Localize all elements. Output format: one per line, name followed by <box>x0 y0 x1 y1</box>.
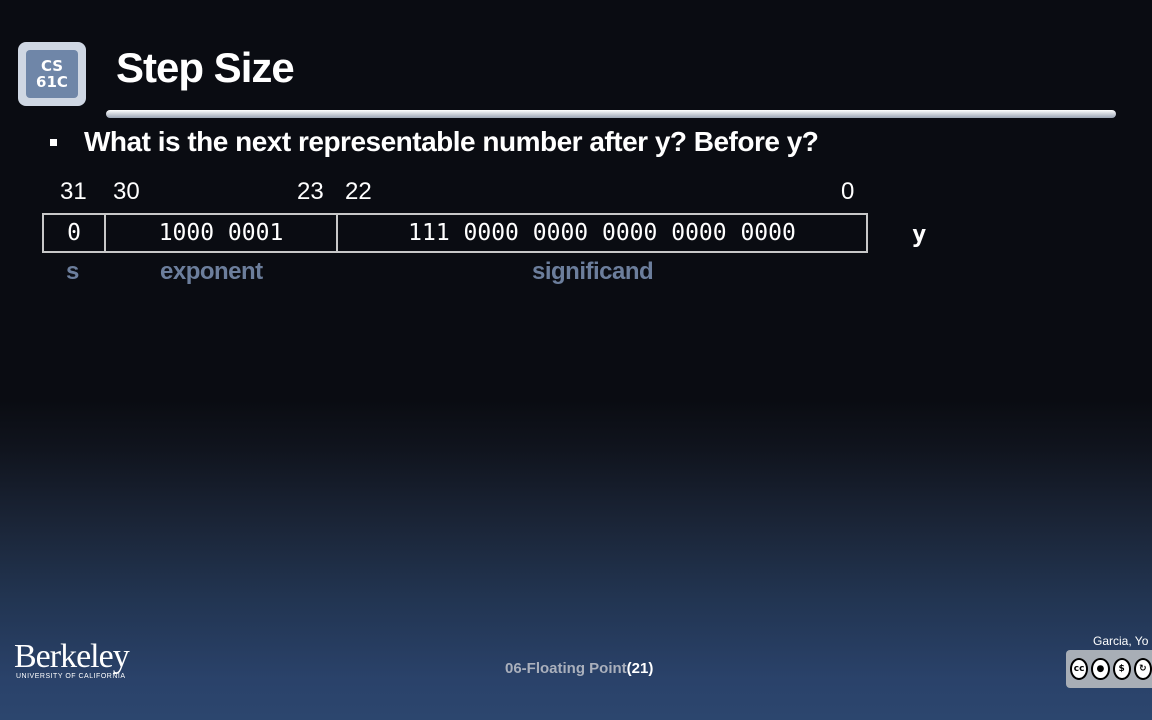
logo-line-2: 61C <box>36 73 68 91</box>
page-number: (21) <box>626 660 654 677</box>
significand-value: 111 0000 0000 0000 0000 0000 <box>408 220 796 246</box>
logo-line-1: CS <box>40 57 64 75</box>
label-significand: significand <box>532 258 654 285</box>
bullet-icon <box>50 139 57 146</box>
bit-position-0: 0 <box>841 178 855 205</box>
question-text: What is the next representable number af… <box>84 126 819 157</box>
bit-position-30: 30 <box>113 178 140 205</box>
cs61c-logo: CS 61C <box>18 42 86 106</box>
berkeley-wordmark: Berkeley <box>14 638 130 675</box>
author-credit: Garcia, Yo <box>1093 634 1149 648</box>
cc-icon: cc <box>1070 658 1089 680</box>
sign-bit-value: 0 <box>67 220 81 246</box>
exponent-field: 1000 0001 <box>104 213 338 253</box>
nc-icon: $ <box>1112 658 1131 680</box>
bit-position-22: 22 <box>345 178 372 205</box>
variable-name-y: y <box>912 220 927 248</box>
significand-field: 111 0000 0000 0000 0000 0000 <box>336 213 868 253</box>
slide-footer: 06-Floating Point(21) <box>505 660 653 677</box>
label-sign: s <box>66 258 79 285</box>
slide-title: Step Size <box>116 44 295 91</box>
berkeley-subtitle: UNIVERSITY OF CALIFORNIA <box>16 673 126 680</box>
creative-commons-badge: cc ● $ ↻ <box>1066 650 1152 688</box>
bit-position-31: 31 <box>60 178 87 205</box>
cs61c-logo-chip: CS 61C <box>26 50 78 98</box>
sign-bit-field: 0 <box>42 213 106 253</box>
bit-position-23: 23 <box>297 178 324 205</box>
exponent-value: 1000 0001 <box>158 220 284 246</box>
label-exponent: exponent <box>160 258 263 285</box>
by-icon: ● <box>1091 658 1110 680</box>
sa-icon: ↻ <box>1133 658 1152 680</box>
lecture-name: 06-Floating Point <box>505 660 627 677</box>
title-underline <box>106 110 1116 118</box>
